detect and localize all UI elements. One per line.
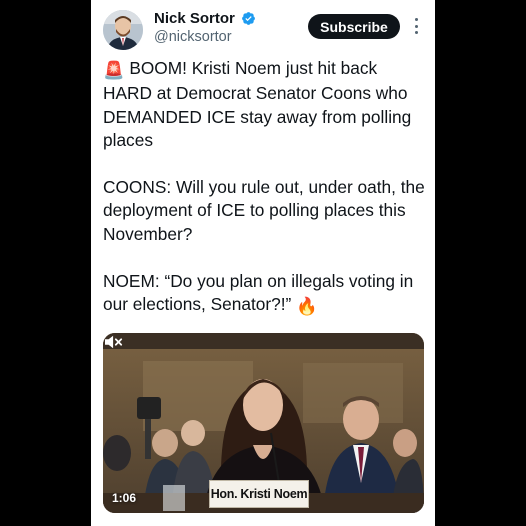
author-handle[interactable]: @nicksortor	[154, 29, 232, 45]
post-text: 🚨 BOOM! Kristi Noem just hit back HARD a…	[103, 57, 428, 342]
siren-emoji-icon: 🚨	[103, 60, 125, 80]
fire-emoji-icon: 🔥	[296, 296, 318, 317]
video-player[interactable]: Hon. Kristi Noem 1:06	[103, 333, 424, 513]
paragraph-text: NOEM: “Do you plan on illegals voting in…	[103, 270, 414, 315]
post-paragraph: COONS: Will you rule out, under oath, th…	[103, 176, 428, 246]
author-name[interactable]: Nick Sortor	[154, 10, 235, 27]
lower-third-caption: Hon. Kristi Noem	[209, 480, 309, 508]
post-paragraph: NOEM: “Do you plan on illegals voting in…	[103, 270, 428, 319]
volume-muted-icon[interactable]	[103, 333, 125, 351]
paragraph-text: BOOM! Kristi Noem just hit back HARD at …	[103, 58, 412, 151]
paragraph-text: COONS: Will you rule out, under oath, th…	[103, 177, 425, 244]
post-header: Nick Sortor @nicksortor Subscribe	[91, 0, 435, 56]
post-paragraph: 🚨 BOOM! Kristi Noem just hit back HARD a…	[103, 57, 428, 153]
verified-badge-icon	[242, 12, 255, 25]
avatar-image	[103, 10, 143, 50]
video-duration: 1:06	[112, 491, 137, 505]
post-card: Nick Sortor @nicksortor Subscribe 🚨 BOOM…	[91, 0, 435, 526]
subscribe-button[interactable]: Subscribe	[308, 14, 400, 39]
avatar[interactable]	[103, 10, 143, 50]
more-vertical-icon[interactable]	[412, 16, 420, 36]
